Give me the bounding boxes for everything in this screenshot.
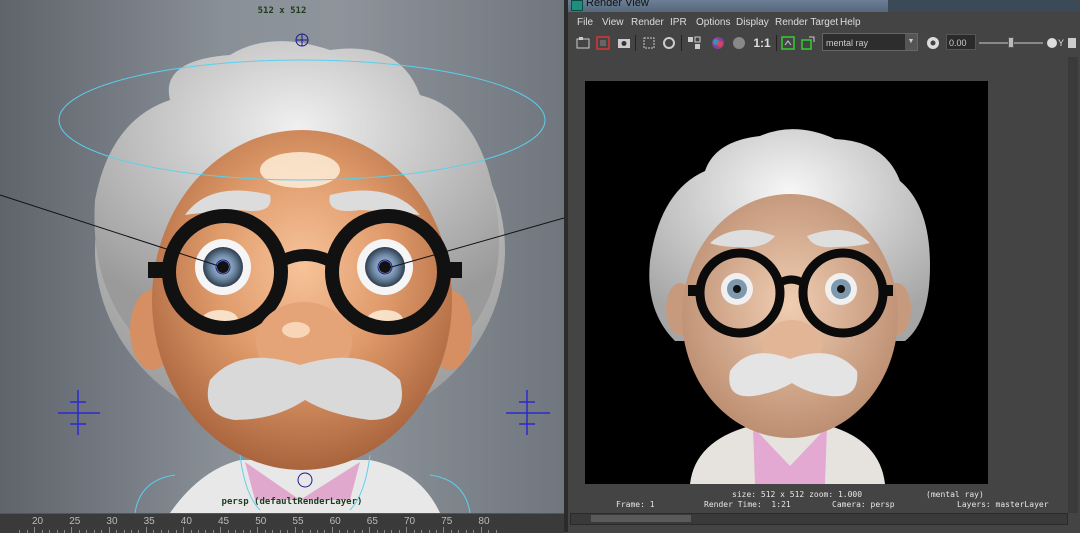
window-title: Render View bbox=[586, 0, 649, 9]
remove-image-icon[interactable] bbox=[799, 34, 817, 52]
toolbar-separator bbox=[635, 35, 636, 51]
toolbar-separator bbox=[681, 35, 682, 51]
render-view-window: Render View File View Render IPR Options… bbox=[568, 0, 1080, 532]
timeline-tick-label: 40 bbox=[180, 516, 192, 527]
timeline-tick-mark bbox=[369, 527, 371, 533]
render-size-info: size: 512 x 512 zoom: 1.000 bbox=[732, 490, 863, 499]
timeline-tick-label: 55 bbox=[292, 516, 304, 527]
chevron-down-icon: ▼ bbox=[905, 34, 917, 50]
timeline-tick-label: 50 bbox=[255, 516, 267, 527]
menu-render-target[interactable]: Render Target bbox=[775, 17, 838, 28]
camera-info: Camera: persp bbox=[832, 500, 895, 509]
timeline-tick-label: 70 bbox=[404, 516, 416, 527]
timeline-tick-mark bbox=[183, 527, 185, 533]
persp-viewport[interactable]: 512 x 512 persp (defaultRenderLayer) bbox=[0, 0, 564, 513]
timeline-tick-mark bbox=[331, 527, 333, 533]
menu-options[interactable]: Options bbox=[696, 17, 730, 28]
timeline-tick-mark bbox=[220, 527, 222, 533]
timeline-tick-mark bbox=[406, 527, 408, 533]
menu-render[interactable]: Render bbox=[631, 17, 664, 28]
menu-display[interactable]: Display bbox=[736, 17, 769, 28]
viewport-camera-label: persp (defaultRenderLayer) bbox=[221, 497, 363, 507]
rgb-channel-icon[interactable] bbox=[709, 34, 727, 52]
snapshot-icon[interactable] bbox=[615, 34, 633, 52]
render-time-info: Render Time: 1:21 bbox=[704, 500, 791, 509]
menu-ipr[interactable]: IPR bbox=[670, 17, 687, 28]
render-view-titlebar[interactable]: Render View bbox=[568, 0, 1080, 12]
viewport-resolution-gate-label: 512 x 512 bbox=[257, 6, 307, 16]
timeline-tick-label: 65 bbox=[366, 516, 378, 527]
renderer-dropdown[interactable]: mental ray ▼ bbox=[822, 33, 918, 51]
keep-image-icon[interactable] bbox=[779, 34, 797, 52]
timeline-tick-mark bbox=[34, 527, 36, 533]
ipr-icon[interactable] bbox=[594, 34, 612, 52]
time-slider[interactable]: 20 25 30 35 40 45 50 55 60 65 70 75 80 bbox=[0, 513, 564, 533]
timeline-tick-label: 20 bbox=[32, 516, 44, 527]
timeline-tick-label: 80 bbox=[478, 516, 490, 527]
timeline-tick-mark bbox=[480, 527, 482, 533]
timeline-tick-label: 30 bbox=[106, 516, 118, 527]
alpha-channel-icon[interactable] bbox=[730, 34, 748, 52]
timeline-tick-mark bbox=[443, 527, 445, 533]
toolbar-separator bbox=[776, 35, 777, 51]
refresh-icon[interactable] bbox=[660, 34, 678, 52]
region-icon[interactable] bbox=[640, 34, 658, 52]
rendered-image bbox=[585, 81, 988, 484]
timeline-tick-label: 60 bbox=[329, 516, 341, 527]
timeline-tick-mark bbox=[294, 527, 296, 533]
timeline-tick-label: 75 bbox=[441, 516, 453, 527]
timeline-tick-mark bbox=[108, 527, 110, 533]
render-view-toolbar: 1:1 mental ray ▼ 0.00 Y bbox=[568, 32, 1080, 54]
timeline-tick-label: 25 bbox=[69, 516, 81, 527]
timeline-tick-label: 35 bbox=[143, 516, 155, 527]
menu-help[interactable]: Help bbox=[840, 17, 861, 28]
horizontal-scrollbar-thumb[interactable] bbox=[591, 515, 691, 522]
rendered-character-image bbox=[649, 129, 930, 484]
frame-info: Frame: 1 bbox=[616, 500, 655, 509]
timeline-tick-mark bbox=[71, 527, 73, 533]
gamma-label: Y bbox=[1057, 38, 1064, 48]
real-size-button[interactable]: 1:1 bbox=[750, 34, 774, 52]
gamma-icon[interactable]: Y bbox=[1046, 34, 1064, 52]
character-viewport-render bbox=[0, 33, 564, 513]
menu-file[interactable]: File bbox=[577, 17, 593, 28]
menu-view[interactable]: View bbox=[602, 17, 624, 28]
exposure-slider-handle[interactable] bbox=[1008, 37, 1014, 48]
bucket-render-icon[interactable] bbox=[685, 34, 703, 52]
vertical-scrollbar[interactable] bbox=[1068, 57, 1078, 513]
titlebar-right bbox=[888, 0, 1080, 12]
layers-info: Layers: masterLayer bbox=[957, 500, 1049, 509]
timeline-tick-label: 45 bbox=[218, 516, 230, 527]
toolbar-overflow-icon[interactable] bbox=[1065, 34, 1079, 52]
render-view-menubar: File View Render IPR Options Display Ren… bbox=[568, 14, 1080, 31]
renderer-value: mental ray bbox=[826, 38, 869, 48]
render-frame-icon[interactable] bbox=[574, 34, 592, 52]
timeline-tick-mark bbox=[145, 527, 147, 533]
exposure-icon[interactable] bbox=[924, 34, 942, 52]
timeline-tick-mark bbox=[257, 527, 259, 533]
exposure-field[interactable]: 0.00 bbox=[946, 34, 976, 50]
maya-app-icon bbox=[571, 0, 583, 11]
render-image-area[interactable]: size: 512 x 512 zoom: 1.000 (mental ray)… bbox=[568, 57, 1080, 511]
renderer-tag: (mental ray) bbox=[926, 490, 984, 499]
horizontal-scrollbar[interactable] bbox=[570, 513, 1068, 525]
